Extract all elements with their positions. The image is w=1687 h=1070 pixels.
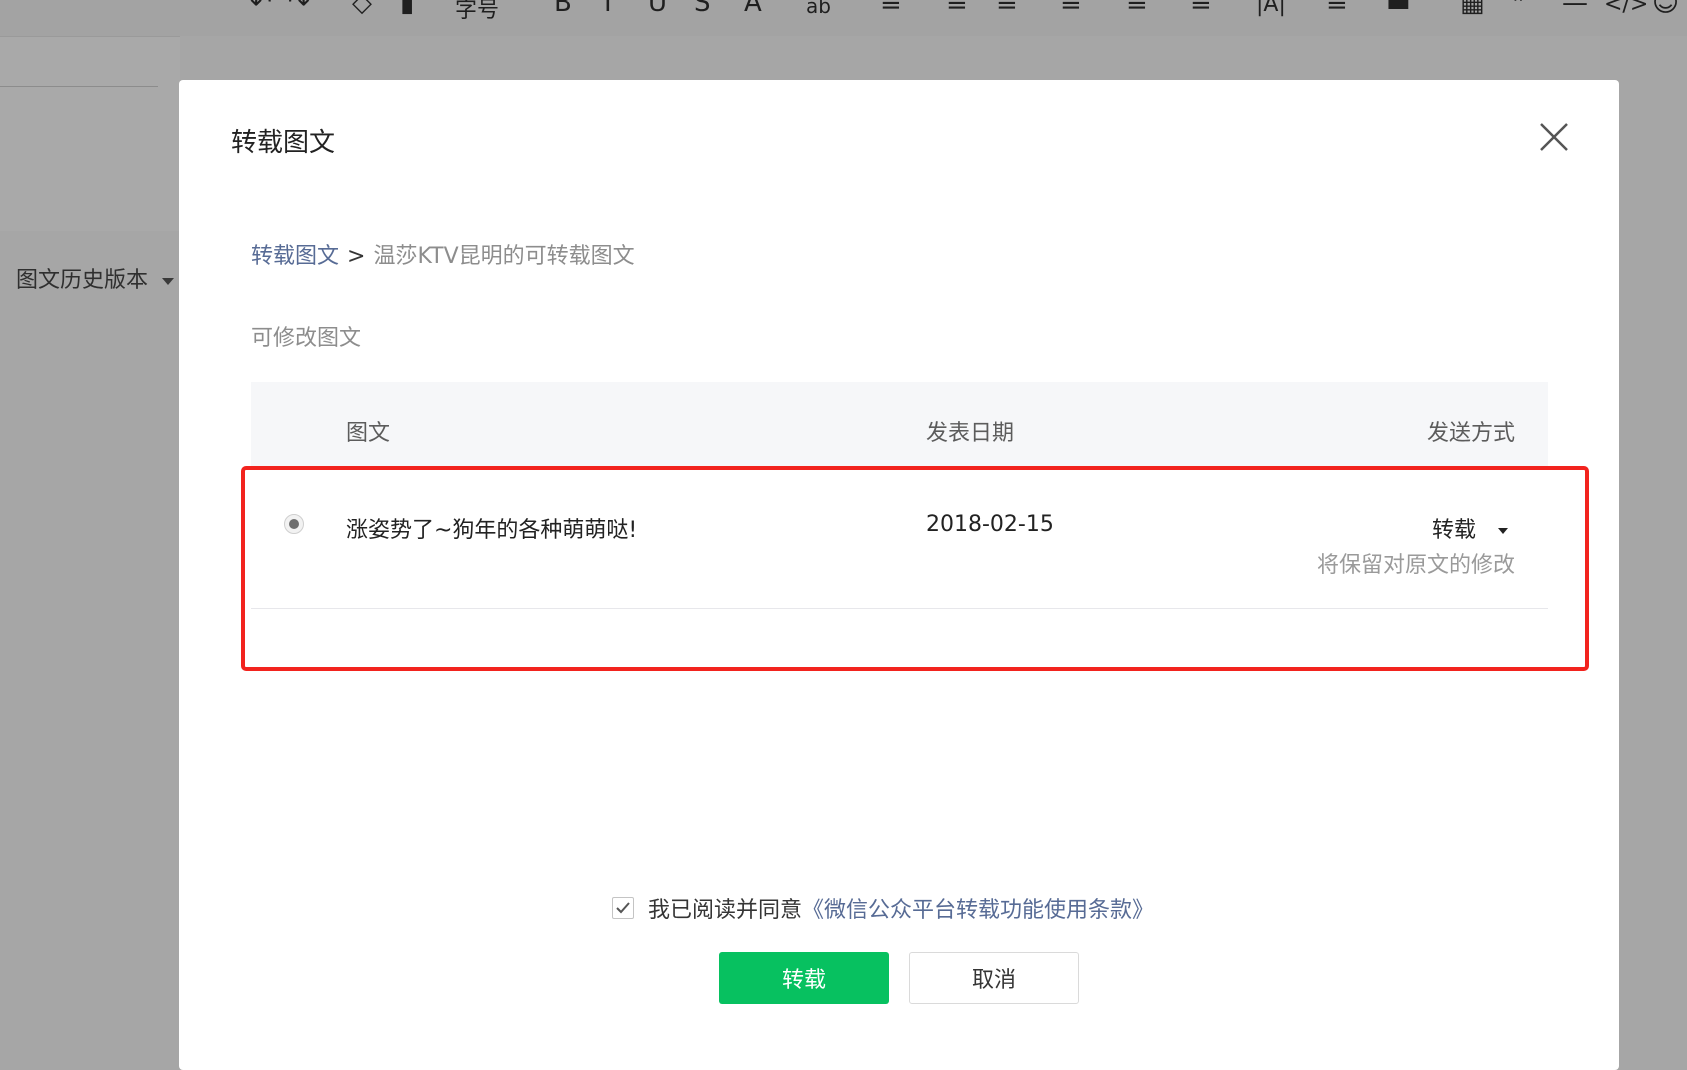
column-header-title: 图文 [346,421,391,446]
format-brush-icon[interactable]: ▮ [400,0,414,18]
breadcrumb-link-reprint[interactable]: 转载图文 [251,244,339,269]
align-justify-icon[interactable]: ≡ [1060,0,1082,18]
font-size-dropdown[interactable]: 字号 [455,0,499,24]
background-color-icon[interactable]: ab [806,0,831,18]
row-radio[interactable] [284,514,304,534]
align-left-icon[interactable]: ≡ [880,0,902,18]
breadcrumb-current: 温莎KTV昆明的可转载图文 [373,244,635,269]
agree-checkbox[interactable] [612,897,634,919]
publish-date: 2018-02-15 [926,512,1054,537]
line-spacing-icon[interactable]: ≡ [1126,0,1148,18]
checkmark-icon [616,902,630,914]
send-method-note: 将保留对原文的修改 [1316,553,1515,578]
align-center-icon[interactable]: ≡ [996,0,1018,18]
italic-icon[interactable]: I [604,0,612,18]
article-title: 涨姿势了~狗年的各种萌萌哒! [346,518,638,543]
send-method-value: 转载 [1431,518,1476,543]
paragraph-spacing-icon[interactable]: ≡ [1190,0,1212,18]
section-label: 可修改图文 [251,326,362,351]
chevron-down-icon [1498,528,1508,534]
reprint-button[interactable]: 转载 [719,952,889,1004]
cancel-button[interactable]: 取消 [909,952,1079,1004]
editor-toolbar: ↶ ↷ ◇ ▮ 字号 B I U S A ab ≡ ≡ ≡ ≡ ≡ ≡ |A| … [0,0,1687,36]
background-side-panel [0,36,180,231]
article-table: 图文 发表日期 发送方式 涨姿势了~狗年的各种萌萌哒! 2018-02-15 转… [251,382,1548,609]
background-divider [0,86,158,87]
redo-icon[interactable]: ↷ [288,0,310,18]
strikethrough-icon[interactable]: S [694,0,711,18]
agreement-text: 我已阅读并同意 [648,898,803,923]
column-header-date: 发表日期 [926,421,1015,446]
horizontal-rule-icon[interactable]: — [1562,0,1588,18]
table-row[interactable]: 涨姿势了~狗年的各种萌萌哒! 2018-02-15 转载 将保留对原文的修改 [251,468,1548,609]
table-header: 图文 发表日期 发送方式 [251,382,1548,468]
column-header-send: 发送方式 [1426,421,1515,446]
eraser-icon[interactable]: ◇ [352,0,372,18]
history-version-dropdown[interactable]: 图文历史版本 [16,262,175,294]
close-icon [1540,123,1568,151]
underline-icon[interactable]: U [648,0,667,18]
agreement: 我已阅读并同意 《微信公众平台转载功能使用条款》 [612,892,1154,924]
letter-spacing-icon[interactable]: |A| [1256,0,1286,17]
table-icon[interactable]: ▦ [1460,0,1485,18]
undo-icon[interactable]: ↶ [250,0,272,18]
send-method-dropdown[interactable]: 转载 [1432,512,1508,544]
quote-icon[interactable]: ❞ [1512,0,1526,18]
indent-icon[interactable]: ≡ [946,0,968,18]
list-icon[interactable]: ≡ [1326,0,1348,18]
font-color-icon[interactable]: A [744,0,762,18]
bold-icon[interactable]: B [554,0,572,18]
terms-link[interactable]: 《微信公众平台转载功能使用条款》 [802,892,1154,924]
emoji-icon[interactable]: ☺ [1652,0,1679,18]
reprint-dialog: 转载图文 转载图文 > 温莎KTV昆明的可转载图文 可修改图文 图文 发表日期 发送… [179,80,1619,1070]
breadcrumb: 转载图文 > 温莎KTV昆明的可转载图文 [251,238,635,270]
history-version-label: 图文历史版本 [16,268,149,293]
chevron-down-icon [162,277,175,285]
close-button[interactable] [1537,120,1571,154]
code-icon[interactable]: </> [1604,0,1648,17]
breadcrumb-separator: > [347,244,366,269]
divider-icon[interactable]: ▬ [1386,0,1411,18]
dialog-title: 转载图文 [231,128,336,158]
